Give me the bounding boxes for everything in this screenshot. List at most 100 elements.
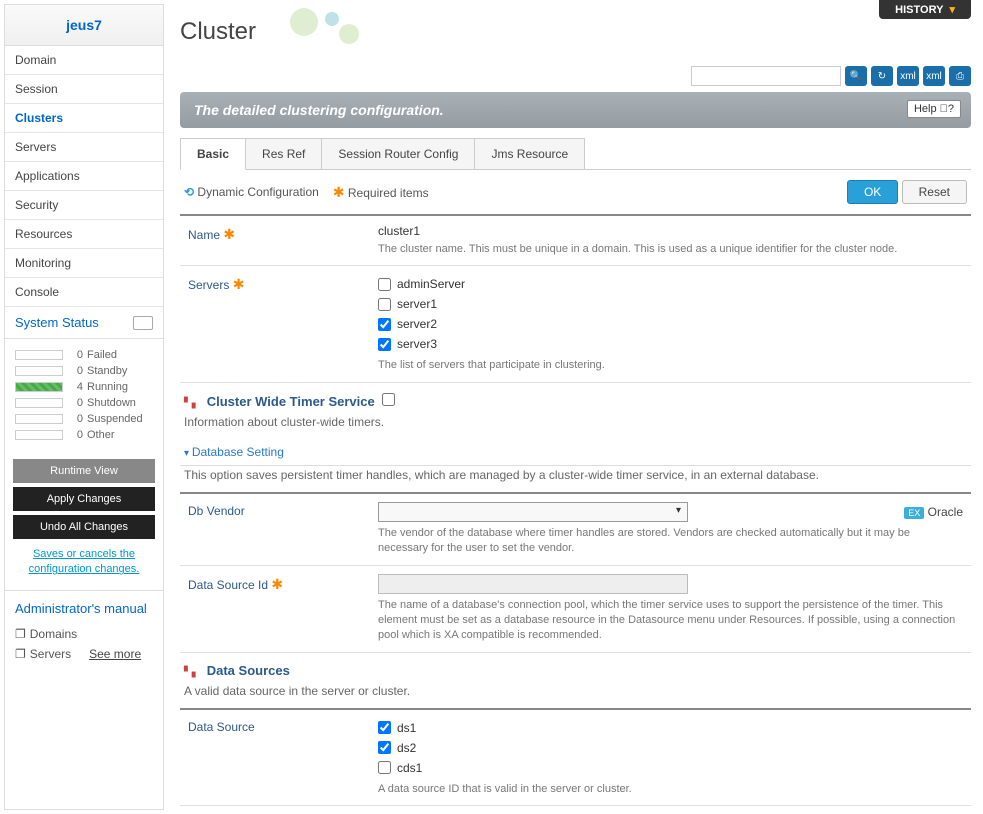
datasource-checkbox-ds1[interactable] (378, 721, 391, 734)
main-content: HISTORY Cluster 🔍 ↻ xml xml ⎙ The detail… (168, 0, 983, 814)
server-option-label: server1 (397, 297, 437, 311)
tab-session-router-config[interactable]: Session Router Config (321, 138, 475, 169)
server-checkbox-adminServer[interactable] (378, 278, 391, 291)
db-vendor-label: Db Vendor (180, 494, 370, 565)
servers-desc: The list of servers that participate in … (378, 358, 963, 373)
required-star-icon: ✱ (333, 184, 345, 200)
server-option-label: server3 (397, 337, 437, 351)
search-input[interactable] (691, 66, 841, 86)
timer-section-desc: Information about cluster-wide timers. (180, 413, 971, 439)
manual-domains[interactable]: ❐Domains (15, 624, 153, 644)
nav-item-domain[interactable]: Domain (5, 46, 163, 75)
data-sources-section-header: ▘▖ Data Sources (180, 653, 971, 682)
status-suspended: 0Suspended (15, 411, 153, 427)
toolbar: 🔍 ↻ xml xml ⎙ (180, 66, 971, 86)
datasource-option-label: cds1 (397, 761, 422, 775)
nav-list: DomainSessionClustersServersApplications… (5, 46, 163, 307)
db-vendor-select[interactable] (378, 502, 688, 522)
help-button[interactable]: Help ⃝? (907, 100, 961, 118)
sidebar: jeus7 DomainSessionClustersServersApplic… (4, 4, 164, 810)
page-title: Cluster (180, 8, 971, 66)
refresh-icon[interactable]: ↻ (871, 66, 893, 86)
name-label: Name ✱ (180, 216, 370, 265)
sidebar-buttons: Runtime View Apply Changes Undo All Chan… (5, 451, 163, 590)
status-bar (15, 366, 63, 376)
datasource-checkbox-cds1[interactable] (378, 761, 391, 774)
tab-basic[interactable]: Basic (180, 138, 246, 170)
save-cancel-link[interactable]: Saves or cancels the configuration chang… (13, 543, 155, 582)
nav-item-console[interactable]: Console (5, 278, 163, 307)
brand[interactable]: jeus7 (5, 5, 163, 46)
data-source-id-desc: The name of a database's connection pool… (378, 598, 963, 644)
server-option-label: adminServer (397, 277, 465, 291)
nav-item-clusters[interactable]: Clusters (5, 104, 163, 133)
laptop-icon (133, 316, 153, 330)
server-option-label: server2 (397, 317, 437, 331)
status-bar (15, 398, 63, 408)
legend-row: ⟲ Dynamic Configuration ✱ Required items… (180, 170, 971, 214)
timer-service-checkbox[interactable] (382, 393, 395, 406)
server-checkbox-server3[interactable] (378, 338, 391, 351)
nav-item-session[interactable]: Session (5, 75, 163, 104)
status-shutdown: 0Shutdown (15, 395, 153, 411)
status-failed: 0Failed (15, 347, 153, 363)
tab-jms-resource[interactable]: Jms Resource (474, 138, 585, 169)
datasource-option-label: ds2 (397, 741, 416, 755)
ok-button[interactable]: OK (847, 180, 898, 204)
system-status-header[interactable]: System Status (5, 307, 163, 339)
status-list: 0Failed0Standby4Running0Shutdown0Suspend… (5, 339, 163, 451)
doc-icon: ❐ (15, 627, 26, 641)
form-table: Name ✱ cluster1 The cluster name. This m… (180, 214, 971, 383)
section-marker-icon: ▘▖ (184, 398, 199, 409)
status-bar (15, 382, 63, 392)
undo-all-changes-button[interactable]: Undo All Changes (13, 515, 155, 539)
admin-manual-title: Administrator's manual (15, 601, 153, 616)
tabs: BasicRes RefSession Router ConfigJms Res… (180, 138, 971, 170)
reset-button[interactable]: Reset (902, 180, 967, 204)
data-sources-section-desc: A valid data source in the server or clu… (180, 682, 971, 708)
nav-item-servers[interactable]: Servers (5, 133, 163, 162)
db-vendor-example: Oracle (928, 505, 963, 519)
see-more-link[interactable]: See more (89, 647, 141, 661)
data-source-id-input[interactable] (378, 574, 688, 594)
dynamic-config-icon: ⟲ (184, 185, 194, 199)
nav-item-applications[interactable]: Applications (5, 162, 163, 191)
export-xml-icon[interactable]: xml (897, 66, 919, 86)
admin-manual: Administrator's manual ❐Domains ❐Servers… (5, 590, 163, 674)
database-setting-toggle[interactable]: Database Setting (180, 439, 971, 466)
name-value: cluster1 (378, 224, 963, 238)
db-vendor-desc: The vendor of the database where timer h… (378, 526, 963, 557)
section-marker-icon: ▘▖ (184, 667, 199, 678)
required-items-label: Required items (348, 186, 429, 200)
page-banner: The detailed clustering configuration. H… (180, 92, 971, 128)
data-source-id-label: Data Source Id ✱ (180, 566, 370, 652)
status-other: 0Other (15, 427, 153, 443)
name-desc: The cluster name. This must be unique in… (378, 242, 963, 257)
nav-item-monitoring[interactable]: Monitoring (5, 249, 163, 278)
data-source-label: Data Source (180, 710, 370, 805)
search-icon[interactable]: 🔍 (845, 66, 867, 86)
nav-item-security[interactable]: Security (5, 191, 163, 220)
runtime-view-button[interactable]: Runtime View (13, 459, 155, 483)
datasource-option-label: ds1 (397, 721, 416, 735)
decorative-bubbles (290, 8, 365, 43)
nav-item-resources[interactable]: Resources (5, 220, 163, 249)
status-standby: 0Standby (15, 363, 153, 379)
tab-res-ref[interactable]: Res Ref (245, 138, 322, 169)
status-bar (15, 414, 63, 424)
server-checkbox-server2[interactable] (378, 318, 391, 331)
import-xml-icon[interactable]: xml (923, 66, 945, 86)
server-checkbox-server1[interactable] (378, 298, 391, 311)
database-setting-desc: This option saves persistent timer handl… (180, 466, 971, 492)
dynamic-config-label: Dynamic Configuration (197, 185, 318, 199)
status-bar (15, 430, 63, 440)
system-status-title: System Status (15, 315, 99, 330)
apply-changes-button[interactable]: Apply Changes (13, 487, 155, 511)
status-bar (15, 350, 63, 360)
doc-icon: ❐ (15, 647, 26, 661)
status-running: 4Running (15, 379, 153, 395)
datasource-checkbox-ds2[interactable] (378, 741, 391, 754)
data-source-desc: A data source ID that is valid in the se… (378, 782, 963, 797)
settings-icon[interactable]: ⎙ (949, 66, 971, 86)
manual-servers[interactable]: ❐Servers See more (15, 644, 153, 664)
